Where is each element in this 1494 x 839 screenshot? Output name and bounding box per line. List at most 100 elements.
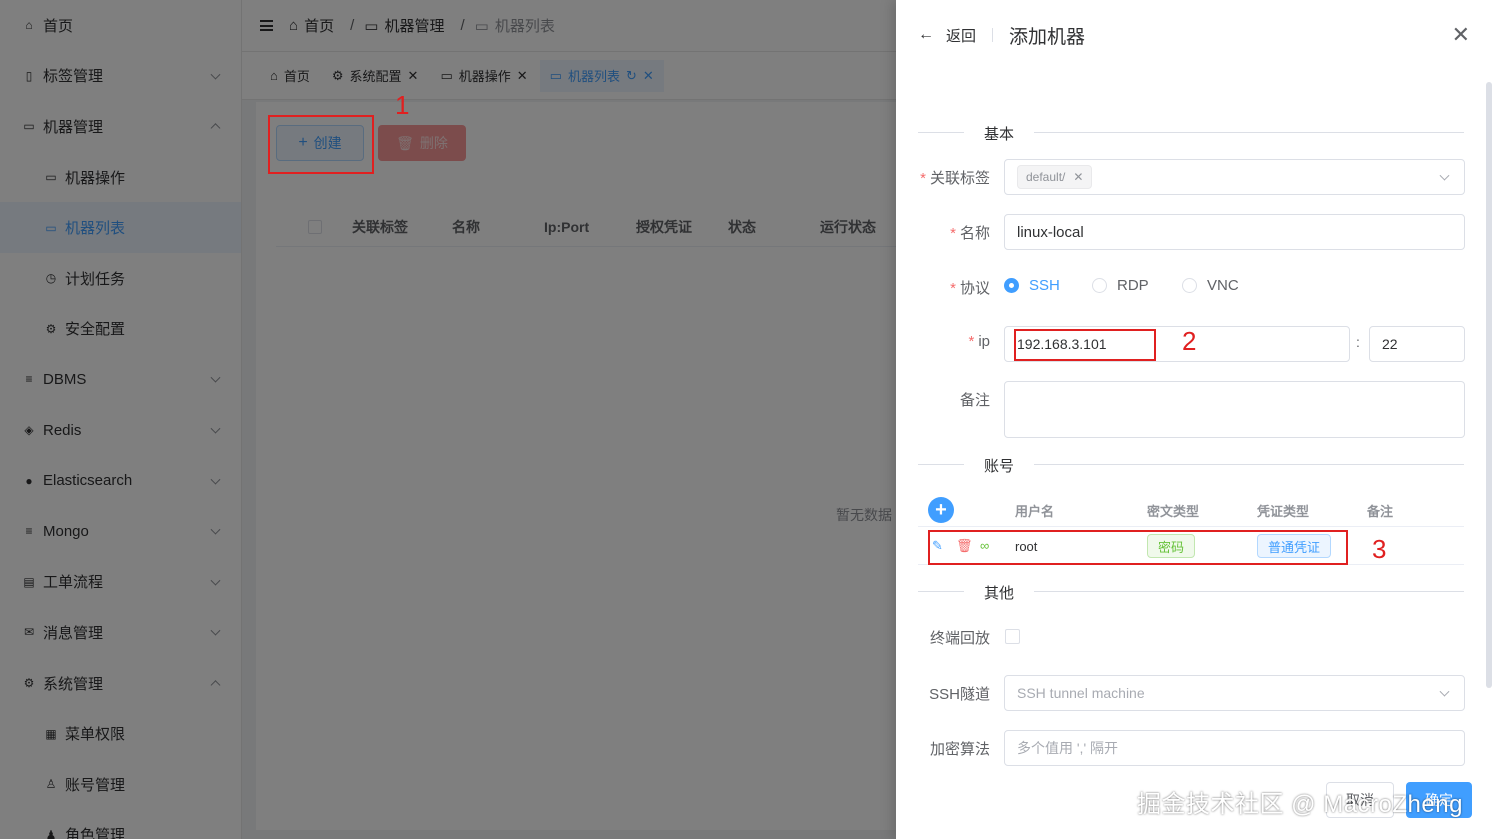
sidebar-item[interactable]: ▯ 标签管理 xyxy=(0,51,241,102)
sidebar-item-label: DBMS xyxy=(43,370,87,388)
empty-text: 暂无数据 xyxy=(836,507,892,523)
term-playback-label: 终端回放 xyxy=(929,630,990,647)
sidebar-item[interactable]: ⚙ 系统管理 xyxy=(0,658,241,709)
name-label: * 名称 xyxy=(950,225,990,242)
sidebar-item[interactable]: ≡ DBMS xyxy=(0,354,241,405)
close-icon[interactable]: ✕ xyxy=(517,68,528,84)
sidebar-item[interactable]: ◷ 计划任务 xyxy=(0,253,241,304)
close-icon[interactable]: ✕ xyxy=(1452,22,1470,48)
sidebar-item[interactable]: ▭ 机器管理 xyxy=(0,101,241,152)
menu-toggle-icon[interactable] xyxy=(260,20,273,31)
chevron-down-icon xyxy=(210,524,221,535)
back-label: 返回 xyxy=(946,27,977,45)
trash-icon: 🗑 xyxy=(396,134,414,151)
annotation-box xyxy=(268,115,374,174)
user-icon: ♙ xyxy=(45,777,57,792)
sidebar-item[interactable]: ▭ 机器操作 xyxy=(0,152,241,203)
protocol-radio-vnc[interactable]: VNC xyxy=(1182,277,1239,294)
breadcrumb-parent[interactable]: 机器管理 xyxy=(384,15,444,36)
tab-machine-ops[interactable]: ▭ 机器操作 ✕ xyxy=(430,60,537,92)
tag-select[interactable]: default/ ✕ xyxy=(1004,159,1465,195)
section-divider-basic: 基本 xyxy=(918,123,1464,144)
sidebar-item[interactable]: ● Elasticsearch xyxy=(0,455,241,506)
monitor-icon: ▭ xyxy=(474,17,489,35)
scrollbar[interactable] xyxy=(1486,82,1492,688)
monitor-icon: ▭ xyxy=(45,220,57,235)
section-divider-other: 其他 xyxy=(918,582,1464,603)
sidebar-item[interactable]: ♟ 角色管理 xyxy=(0,810,241,839)
sidebar-item-label: Elasticsearch xyxy=(43,472,133,490)
monitor-icon: ▭ xyxy=(440,67,453,83)
tab-label: 系统配置 xyxy=(349,69,402,84)
clipboard-icon: ▤ xyxy=(23,574,35,589)
cipher-input[interactable]: 多个值用 ',' 隔开 xyxy=(1004,730,1465,766)
sidebar-menu: ⌂ 首页 ▯ 标签管理 ▭ 机器管理 ▭ 机器操作 ▭ 机器列表 ◷ 计划任务 ⚙ 安全配置 ≡ DBMS ◈ R… xyxy=(0,0,241,839)
sidebar: ⌂ 首页 ▯ 标签管理 ▭ 机器管理 ▭ 机器操作 ▭ 机器列表 ◷ 计划任务 ⚙ 安全配置 ≡ DBMS ◈ R… xyxy=(0,0,242,839)
gear-icon: ⚙ xyxy=(23,676,35,691)
column-header: 凭证类型 xyxy=(1257,504,1310,519)
select-all-checkbox[interactable] xyxy=(308,219,322,234)
tag-chip: default/ ✕ xyxy=(1017,165,1093,189)
annotation-box xyxy=(1014,329,1156,361)
monitor-icon: ▭ xyxy=(549,67,562,83)
chevron-down-icon xyxy=(210,474,221,485)
sidebar-item[interactable]: ⚙ 安全配置 xyxy=(0,304,241,355)
home-icon: ⌂ xyxy=(270,68,278,83)
back-button[interactable]: ← 返回 xyxy=(918,25,976,46)
sidebar-item[interactable]: ≡ Mongo xyxy=(0,506,241,557)
bookmark-icon: ▯ xyxy=(25,68,33,83)
monitor-icon: ▭ xyxy=(45,170,57,185)
sidebar-item-label: 账号管理 xyxy=(65,776,126,794)
section-title: 其他 xyxy=(964,582,1035,603)
close-icon[interactable]: ✕ xyxy=(408,68,419,84)
annotation-label: 1 xyxy=(395,90,410,120)
sidebar-item[interactable]: ⌂ 首页 xyxy=(0,0,241,51)
annotation-label: 3 xyxy=(1372,534,1387,564)
sidebar-item[interactable]: ✉ 消息管理 xyxy=(0,607,241,658)
gear-icon: ⚙ xyxy=(331,67,344,83)
breadcrumb-separator: / xyxy=(350,17,355,34)
sidebar-item-label: 菜单权限 xyxy=(65,726,126,744)
tab-system-config[interactable]: ⚙ 系统配置 ✕ xyxy=(322,60,429,92)
add-machine-drawer: ← 返回 添加机器 ✕ 基本 * 关联标签 default/ ✕ * 名称 linu… xyxy=(896,0,1494,839)
ssh-tunnel-select[interactable]: SSH tunnel machine xyxy=(1004,675,1465,711)
sidebar-item-label: 机器管理 xyxy=(43,118,104,136)
term-playback-checkbox[interactable] xyxy=(1005,629,1020,644)
tab-machine-list[interactable]: ▭ 机器列表 ↻ ✕ xyxy=(539,59,664,92)
tag-label: * 关联标签 xyxy=(920,170,990,187)
sidebar-item[interactable]: ▭ 机器列表 xyxy=(0,202,241,253)
ip-port-colon: : xyxy=(1356,334,1360,350)
layers-icon: ◈ xyxy=(24,423,34,438)
breadcrumb-home[interactable]: 首页 xyxy=(304,15,334,36)
protocol-radio-rdp[interactable]: RDP xyxy=(1092,277,1149,294)
tab-home[interactable]: ⌂ 首页 xyxy=(260,60,320,92)
breadcrumb-separator: / xyxy=(460,17,465,34)
remark-textarea[interactable] xyxy=(1004,381,1465,438)
page: ⌂ 首页 ▯ 标签管理 ▭ 机器管理 ▭ 机器操作 ▭ 机器列表 ◷ 计划任务 ⚙ 安全配置 ≡ DBMS ◈ R… xyxy=(0,0,1494,839)
delete-label: 删除 xyxy=(419,135,448,151)
chevron-down-icon xyxy=(1439,686,1450,697)
delete-button[interactable]: 🗑 删除 xyxy=(378,125,466,161)
refresh-icon[interactable]: ↻ xyxy=(626,68,637,84)
home-icon: ⌂ xyxy=(289,17,299,34)
close-icon[interactable]: ✕ xyxy=(643,68,654,84)
close-icon[interactable]: ✕ xyxy=(1073,170,1083,184)
sidebar-item-label: 安全配置 xyxy=(65,321,126,339)
sidebar-item[interactable]: ▦ 菜单权限 xyxy=(0,708,241,759)
sidebar-item-label: 工单流程 xyxy=(43,574,104,592)
sidebar-item[interactable]: ◈ Redis xyxy=(0,405,241,456)
sidebar-item[interactable]: ♙ 账号管理 xyxy=(0,759,241,810)
name-input[interactable]: linux-local xyxy=(1004,214,1465,250)
sidebar-item[interactable]: ▤ 工单流程 xyxy=(0,557,241,608)
watermark: 掘金技术社区 @ MacroZheng xyxy=(1137,791,1463,818)
chevron-down-icon xyxy=(210,575,221,586)
home-icon: ⌂ xyxy=(25,18,33,33)
protocol-radio-ssh[interactable]: SSH xyxy=(1004,277,1060,294)
sidebar-item-label: Mongo xyxy=(43,522,89,540)
sidebar-item-label: 消息管理 xyxy=(43,624,104,642)
monitor-icon: ▭ xyxy=(23,119,35,134)
column-header: 用户名 xyxy=(1015,504,1055,519)
drawer-header: ← 返回 添加机器 xyxy=(896,0,1494,70)
port-input[interactable]: 22 xyxy=(1369,326,1465,362)
add-account-button[interactable]: + xyxy=(928,497,954,523)
